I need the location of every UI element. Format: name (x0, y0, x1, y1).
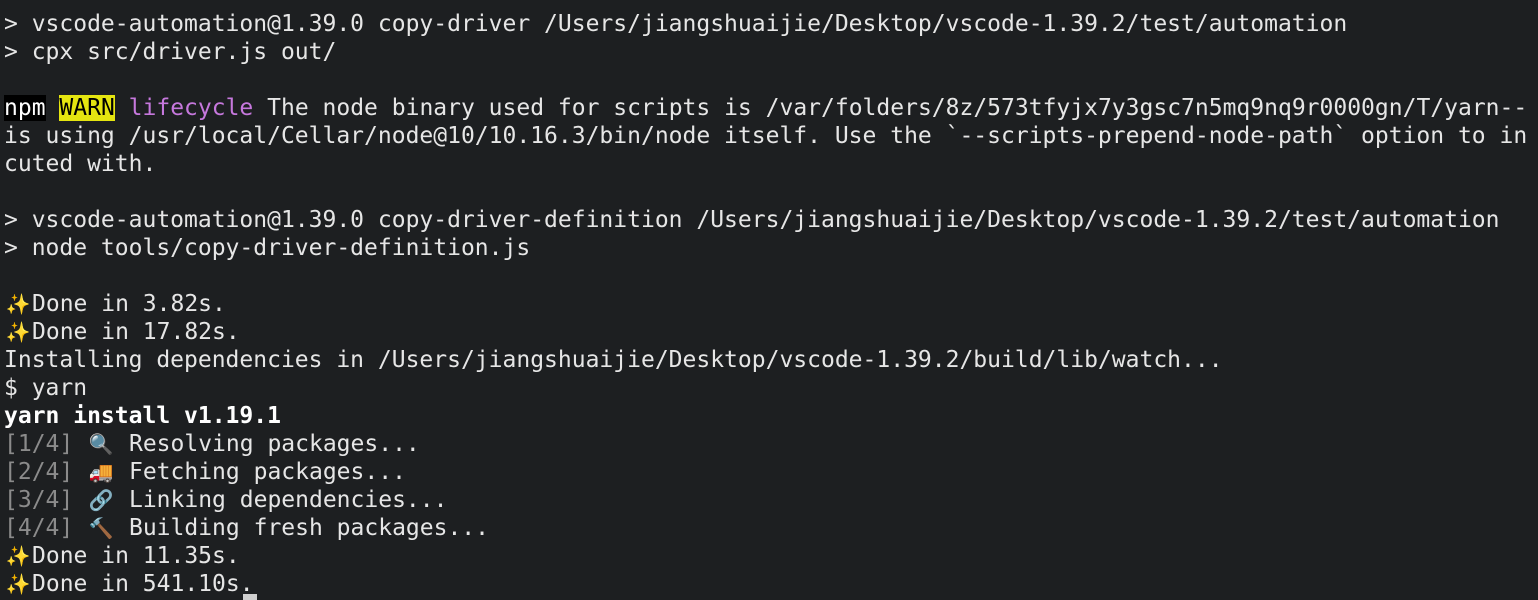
step-counter: [1/4] (4, 431, 74, 457)
npm-label: npm (4, 95, 46, 121)
done-line: ✨Done in 3.82s. (4, 290, 1538, 318)
step-text: Fetching packages... (128, 459, 406, 485)
yarn-install-header: yarn install v1.19.1 (4, 403, 281, 429)
output-line: > node tools/copy-driver-definition.js (4, 235, 531, 261)
command-line: $ yarn (4, 375, 88, 401)
yarn-step: [3/4] 🔗 Linking dependencies... (4, 486, 1538, 514)
sparkles-icon: ✨ (5, 292, 31, 316)
done-line: ✨Done in 11.35s. (4, 542, 1538, 570)
warn-message: The node binary used for scripts is /var… (253, 95, 1528, 121)
step-counter: [3/4] (4, 487, 74, 513)
output-line: Installing dependencies in /Users/jiangs… (4, 347, 1223, 373)
truck-icon: 🚚 (88, 460, 114, 484)
step-text: Building fresh packages... (128, 515, 489, 541)
output-line: > cpx src/driver.js out/ (4, 39, 337, 65)
done-text: Done in 17.82s. (32, 319, 240, 345)
sparkles-icon: ✨ (5, 572, 31, 596)
output-line: is using /usr/local/Cellar/node@10/10.16… (4, 123, 1528, 149)
yarn-step: [1/4] 🔍 Resolving packages... (4, 430, 1538, 458)
done-line: ✨Done in 17.82s. (4, 318, 1538, 346)
magnifier-icon: 🔍 (88, 432, 114, 456)
sparkles-icon: ✨ (5, 320, 31, 344)
step-counter: [4/4] (4, 515, 74, 541)
warn-badge: WARN (59, 95, 115, 121)
hammer-icon: 🔨 (88, 516, 114, 540)
link-icon: 🔗 (88, 488, 114, 512)
step-text: Linking dependencies... (128, 487, 448, 513)
step-text: Resolving packages... (128, 431, 420, 457)
output-line: cuted with. (4, 151, 157, 177)
output-line: > vscode-automation@1.39.0 copy-driver-d… (4, 207, 1500, 233)
output-line: > vscode-automation@1.39.0 copy-driver /… (4, 11, 1348, 37)
terminal-cursor (243, 594, 257, 600)
step-counter: [2/4] (4, 459, 74, 485)
lifecycle-label: lifecycle (128, 95, 254, 121)
done-line: ✨Done in 541.10s. (4, 570, 1538, 598)
sparkles-icon: ✨ (5, 544, 31, 568)
yarn-step: [2/4] 🚚 Fetching packages... (4, 458, 1538, 486)
done-text: Done in 3.82s. (32, 291, 226, 317)
yarn-step: [4/4] 🔨 Building fresh packages... (4, 514, 1538, 542)
done-text: Done in 11.35s. (32, 543, 240, 569)
terminal-window[interactable]: > vscode-automation@1.39.0 copy-driver /… (0, 0, 1538, 600)
done-text: Done in 541.10s. (32, 571, 254, 597)
npm-warn-line: npm WARN lifecycle The node binary used … (4, 94, 1538, 122)
